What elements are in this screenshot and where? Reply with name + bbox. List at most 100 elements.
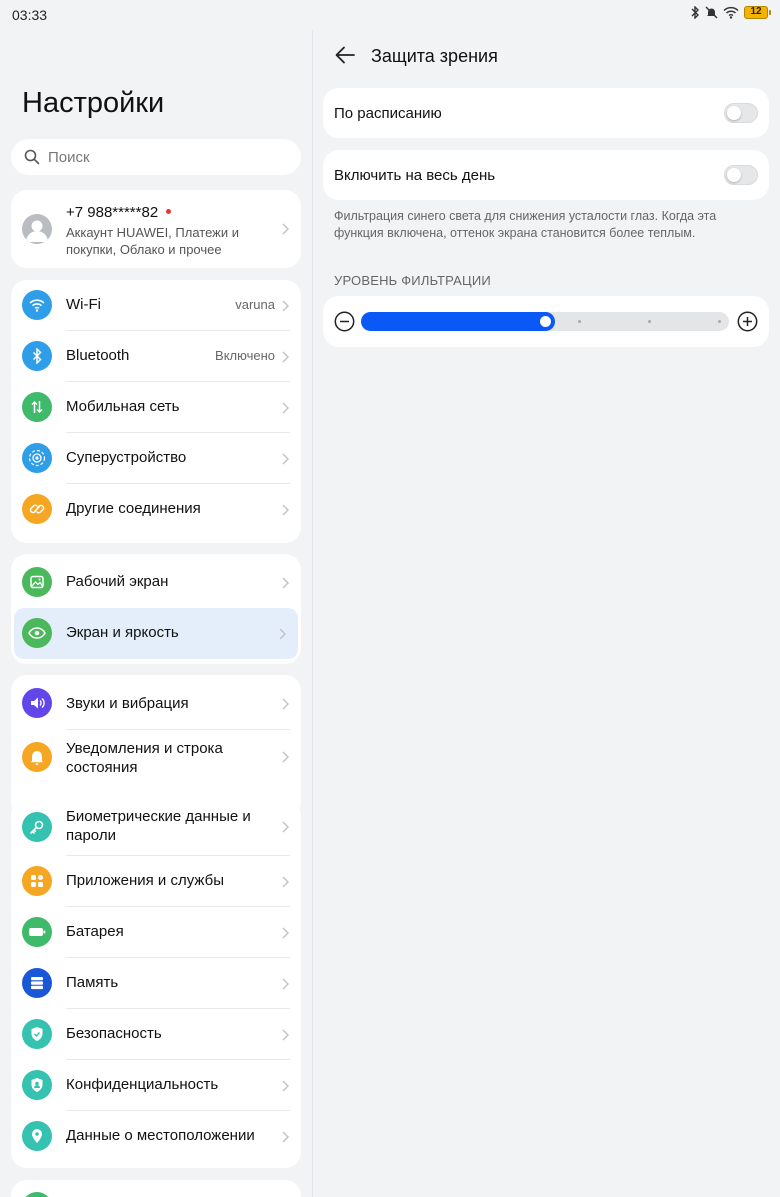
storage-icon	[22, 968, 52, 998]
wifi-network-name: varuna	[235, 297, 275, 312]
schedule-toggle[interactable]	[724, 103, 758, 123]
sidebar-item-battery[interactable]: Батарея	[11, 907, 301, 958]
settings-list-pane: Настройки +7 988*****82 Аккаунт HUAWEI, …	[0, 30, 312, 1197]
sidebar-item-wifi[interactable]: Wi-Fi varuna	[11, 280, 301, 331]
all-day-toggle[interactable]	[724, 165, 758, 185]
sidebar-item-notifications[interactable]: Уведомления и строка состояния	[11, 730, 301, 790]
sidebar-item-home-screen[interactable]: Рабочий экран	[11, 557, 301, 608]
chevron-right-icon	[282, 698, 289, 710]
avatar	[22, 214, 52, 244]
wifi-icon	[22, 290, 52, 320]
sidebar-item-label: Суперустройство	[66, 449, 187, 466]
sidebar-item-privacy[interactable]: Конфиденциальность	[11, 1060, 301, 1111]
back-arrow-icon[interactable]	[334, 45, 356, 65]
account-card[interactable]: +7 988*****82 Аккаунт HUAWEI, Платежи и …	[11, 190, 301, 268]
notifications-group: Звуки и вибрация Уведомления и строка со…	[11, 675, 301, 818]
eye-icon	[22, 618, 52, 648]
sidebar-item-superdevice[interactable]: Суперустройство	[11, 433, 301, 484]
pane-divider	[312, 30, 313, 1197]
chevron-right-icon	[282, 300, 289, 312]
chevron-right-icon	[282, 821, 289, 833]
sidebar-item-biometrics[interactable]: Биометрические данные и пароли	[11, 799, 301, 856]
search-bar[interactable]	[11, 139, 301, 175]
schedule-label: По расписанию	[334, 105, 442, 122]
sidebar-item-label: Мобильная сеть	[66, 398, 180, 415]
sidebar-item-label: Bluetooth	[66, 347, 130, 364]
system-group: Биометрические данные и пароли Приложени…	[11, 799, 301, 1168]
apps-icon	[22, 866, 52, 896]
plus-icon[interactable]	[737, 311, 758, 332]
filter-level-card	[323, 296, 769, 347]
sidebar-item-storage[interactable]: Память	[11, 958, 301, 1009]
status-icons: 12	[690, 6, 771, 19]
slider-tick	[718, 320, 721, 323]
sound-icon	[22, 688, 52, 718]
search-icon	[24, 149, 40, 165]
filter-level-fill	[361, 312, 555, 331]
chevron-right-icon	[282, 751, 289, 763]
link-icon	[22, 494, 52, 524]
sidebar-item-sounds[interactable]: Звуки и вибрация	[11, 675, 301, 730]
chevron-right-icon	[282, 577, 289, 589]
chevron-right-icon	[282, 504, 289, 516]
next-item-icon	[22, 1192, 52, 1197]
bluetooth-icon	[22, 341, 52, 371]
sidebar-item-label: Конфиденциальность	[66, 1076, 219, 1093]
chevron-right-icon	[282, 927, 289, 939]
sidebar-item-mobile-network[interactable]: Мобильная сеть	[11, 382, 301, 433]
page-title: Настройки	[22, 87, 165, 119]
slider-tick	[578, 320, 582, 323]
search-input[interactable]	[48, 148, 268, 166]
filter-level-thumb[interactable]	[539, 316, 551, 327]
all-day-row[interactable]: Включить на весь день	[323, 150, 769, 200]
chevron-right-icon	[282, 1080, 289, 1092]
account-phone: +7 988*****82	[66, 204, 159, 221]
sidebar-item-label: Память	[66, 974, 119, 991]
home-screen-icon	[22, 567, 52, 597]
wifi-status-icon	[723, 6, 739, 19]
sidebar-item-label: Батарея	[66, 923, 124, 940]
sidebar-item-label: Безопасность	[66, 1025, 162, 1042]
chevron-right-icon	[282, 402, 289, 414]
display-group: Рабочий экран Экран и яркость	[11, 554, 301, 664]
sidebar-item-label: Данные о местоположении	[66, 1127, 255, 1144]
next-group	[11, 1180, 301, 1197]
sidebar-item-other-connections[interactable]: Другие соединения	[11, 484, 301, 535]
sidebar-item-label: Приложения и службы	[66, 872, 224, 889]
connectivity-group: Wi-Fi varuna Bluetooth Включено Мобильна…	[11, 280, 301, 543]
chevron-right-icon	[282, 453, 289, 465]
sidebar-item-label: Биометрические данные и пароли	[66, 808, 251, 844]
all-day-label: Включить на весь день	[334, 167, 496, 184]
sidebar-item-label: Другие соединения	[66, 500, 201, 517]
sidebar-item-security[interactable]: Безопасность	[11, 1009, 301, 1060]
sidebar-item-apps[interactable]: Приложения и службы	[11, 856, 301, 907]
shield-icon	[22, 1019, 52, 1049]
chevron-right-icon	[282, 876, 289, 888]
sidebar-item-location[interactable]: Данные о местоположении	[11, 1111, 301, 1162]
bluetooth-status: Включено	[215, 348, 275, 363]
sidebar-item-display-brightness[interactable]: Экран и яркость	[14, 608, 298, 659]
detail-title: Защита зрения	[371, 46, 498, 66]
mobile-network-icon	[22, 392, 52, 422]
account-subtitle: Аккаунт HUAWEI, Платежи и покупки, Облак…	[66, 225, 239, 257]
sidebar-item-bluetooth[interactable]: Bluetooth Включено	[11, 331, 301, 382]
status-bar: 03:33 12	[0, 0, 780, 30]
schedule-row[interactable]: По расписанию	[323, 88, 769, 138]
sidebar-item-label: Экран и яркость	[66, 624, 179, 641]
notification-dot	[166, 208, 172, 214]
minus-icon[interactable]	[334, 311, 355, 332]
chevron-right-icon	[282, 223, 289, 235]
sidebar-item-label: Уведомления и строка состояния	[66, 740, 223, 776]
sidebar-item-label: Wi-Fi	[66, 296, 101, 313]
bell-icon	[22, 742, 52, 772]
chevron-right-icon	[282, 978, 289, 990]
sidebar-item-label: Звуки и вибрация	[66, 695, 189, 712]
chevron-right-icon	[282, 1029, 289, 1041]
filter-level-slider[interactable]	[361, 312, 729, 331]
user-icon	[26, 220, 48, 242]
slider-tick	[648, 320, 652, 323]
chevron-right-icon	[279, 628, 286, 640]
privacy-icon	[22, 1070, 52, 1100]
location-icon	[22, 1121, 52, 1151]
mute-bell-icon	[705, 6, 718, 19]
